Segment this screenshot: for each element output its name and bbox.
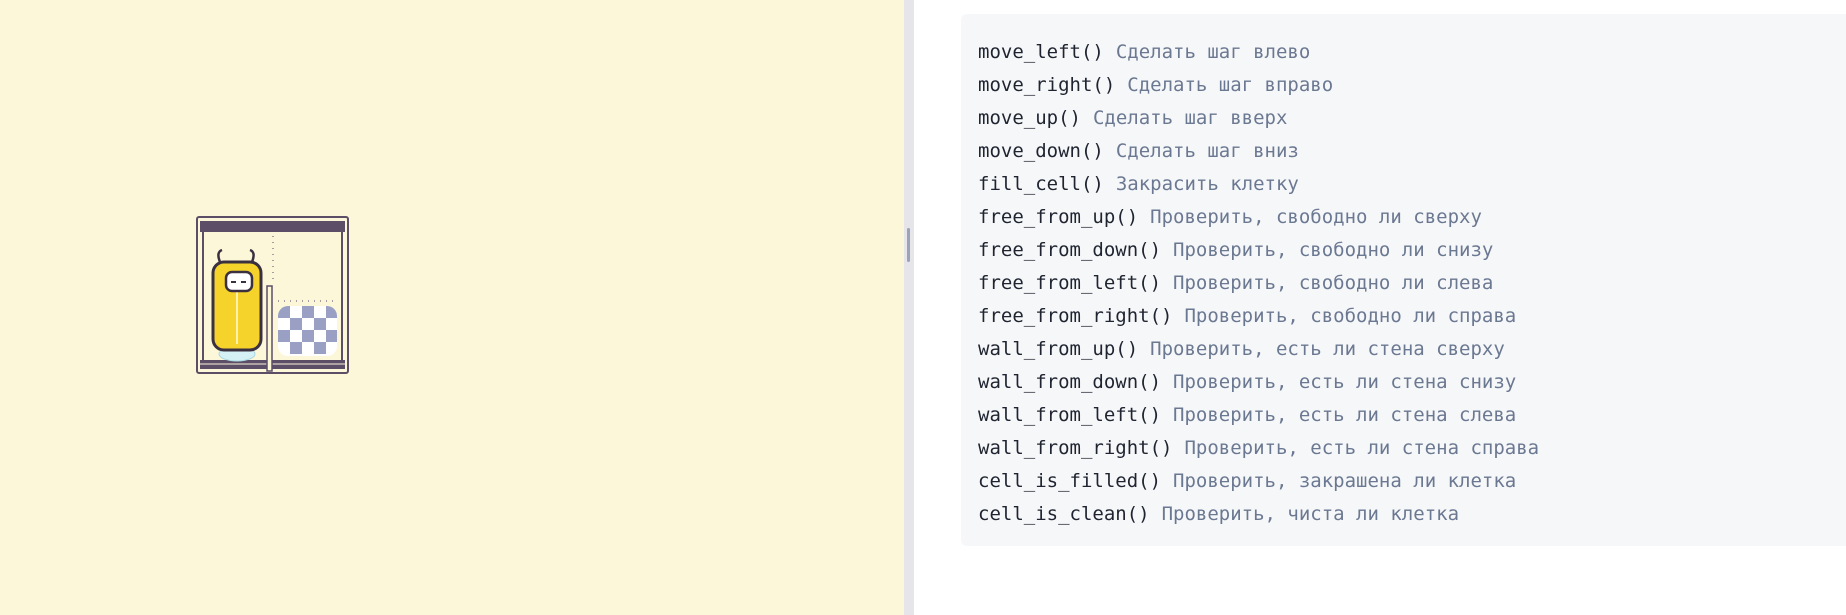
command-row: wall_from_right() Проверить, есть ли стен…: [978, 432, 1539, 465]
command-name: free_from_up(): [978, 206, 1139, 228]
command-name: free_from_right(): [978, 305, 1173, 327]
command-description: Сделать шаг вверх: [1092, 107, 1288, 129]
command-row: cell_is_clean() Проверить, чиста ли клетк…: [978, 498, 1539, 531]
command-name: free_from_left(): [978, 272, 1162, 294]
command-description: Проверить, свободно ли сверху: [1150, 206, 1482, 228]
command-description: Проверить, чиста ли клетка: [1161, 503, 1460, 525]
command-row: wall_from_up() Проверить, есть ли стена с…: [978, 333, 1539, 366]
command-row: free_from_right() Проверить, свободно ли …: [978, 300, 1539, 333]
command-name: free_from_down(): [978, 239, 1162, 261]
command-name: wall_from_down(): [978, 371, 1162, 393]
command-description: Проверить, есть ли стена сверху: [1150, 338, 1505, 360]
splitter-handle[interactable]: [907, 228, 910, 262]
robot-icon: [211, 248, 263, 362]
filled-cell: [278, 306, 337, 356]
command-row: wall_from_down() Проверить, есть ли стена…: [978, 366, 1539, 399]
command-description: Проверить, есть ли стена справа: [1184, 437, 1540, 459]
command-row: free_from_left() Проверить, свободно ли с…: [978, 267, 1539, 300]
commands-reference-panel: move_left() Сделать шаг влево move_right()…: [961, 14, 1846, 546]
game-board: [196, 216, 349, 374]
command-name: fill_cell(): [978, 173, 1104, 195]
pane-splitter[interactable]: [904, 0, 914, 615]
reference-pane: move_left() Сделать шаг влево move_right()…: [914, 0, 1846, 615]
command-description: Проверить, есть ли стена снизу: [1173, 371, 1517, 393]
command-row: move_left() Сделать шаг влево: [978, 36, 1539, 69]
command-name: wall_from_left(): [978, 404, 1162, 426]
command-row: cell_is_filled() Проверить, закрашена ли …: [978, 465, 1539, 498]
command-name: cell_is_clean(): [978, 503, 1150, 525]
top-wall: [200, 221, 345, 232]
command-row: fill_cell() Закрасить клетку: [978, 168, 1539, 201]
command-row: move_down() Сделать шаг вниз: [978, 135, 1539, 168]
command-row: move_up() Сделать шаг вверх: [978, 102, 1539, 135]
command-row: wall_from_left() Проверить, есть ли стена…: [978, 399, 1539, 432]
command-name: cell_is_filled(): [978, 470, 1162, 492]
command-name: wall_from_up(): [978, 338, 1139, 360]
command-description: Проверить, свободно ли справа: [1184, 305, 1517, 327]
command-description: Сделать шаг вниз: [1115, 140, 1299, 162]
command-row: free_from_down() Проверить, свободно ли с…: [978, 234, 1539, 267]
middle-wall: [266, 285, 273, 372]
command-name: move_right(): [978, 74, 1116, 96]
command-row: move_right() Сделать шаг вправо: [978, 69, 1539, 102]
command-description: Закрасить клетку: [1115, 173, 1299, 195]
command-name: move_down(): [978, 140, 1104, 162]
command-name: move_left(): [978, 41, 1104, 63]
command-description: Сделать шаг влево: [1115, 41, 1311, 63]
command-description: Сделать шаг вправо: [1127, 74, 1334, 96]
command-description: Проверить, есть ли стена слева: [1173, 404, 1517, 426]
commands-list: move_left() Сделать шаг влево move_right()…: [978, 36, 1539, 531]
command-name: wall_from_right(): [978, 437, 1173, 459]
command-row: free_from_up() Проверить, свободно ли све…: [978, 201, 1539, 234]
command-name: move_up(): [978, 107, 1081, 129]
command-description: Проверить, свободно ли снизу: [1173, 239, 1494, 261]
command-description: Проверить, закрашена ли клетка: [1173, 470, 1517, 492]
game-pane: [0, 0, 904, 615]
command-description: Проверить, свободно ли слева: [1173, 272, 1494, 294]
